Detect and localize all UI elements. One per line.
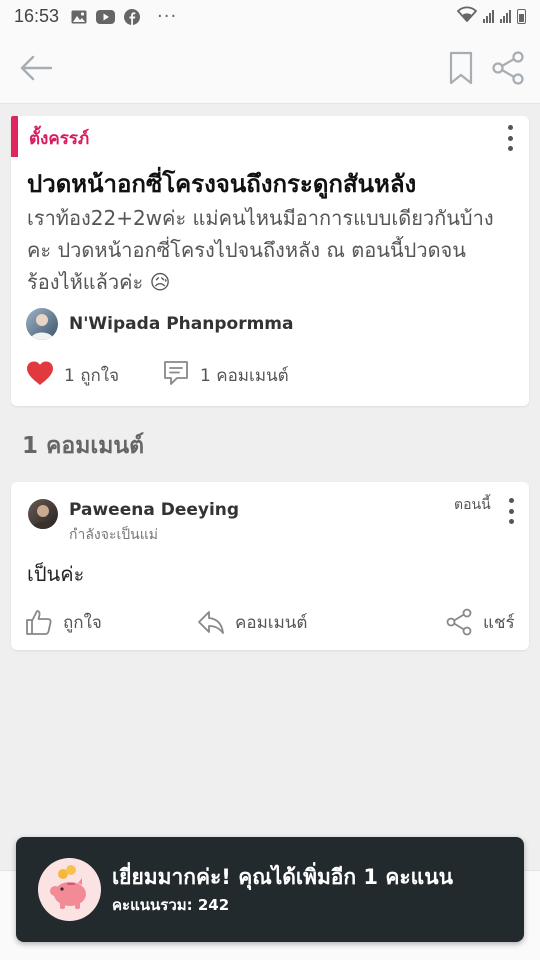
comment-timestamp: ตอนนี้ — [454, 497, 491, 513]
comment-share-label: แชร์ — [483, 612, 515, 633]
comment-card: Paweena Deeying กำลังจะเป็นแม่ ตอนนี้ เป… — [11, 482, 529, 650]
post-body-text: เราท้อง22+2wค่ะ แม่คนไหนมีอาการแบบเดียวก… — [27, 206, 494, 294]
comments-section-heading: 1 คอมเมนต์ — [22, 433, 145, 459]
status-bar: 16:53 ··· — [0, 0, 540, 32]
post-category-tag[interactable]: ตั้งครรภ์ — [29, 125, 89, 152]
post-more-options-icon[interactable] — [503, 125, 517, 151]
comment-reply-label: คอมเมนต์ — [235, 612, 308, 633]
commenter-name[interactable]: Paweena Deeying — [69, 500, 239, 520]
reply-arrow-icon — [198, 611, 224, 634]
tag-accent-bar — [11, 116, 18, 157]
gallery-icon — [71, 9, 87, 24]
signal-icon — [483, 9, 494, 23]
post-card: ตั้งครรภ์ ปวดหน้าอกซี่โครงจนถึงกระดูกสัน… — [11, 116, 529, 406]
post-title: ปวดหน้าอกซี่โครงจนถึงกระดูกสันหลัง — [27, 170, 417, 198]
youtube-icon — [96, 9, 116, 24]
heart-icon[interactable] — [26, 360, 54, 386]
share-icon[interactable] — [491, 51, 525, 85]
share-icon — [446, 608, 472, 636]
comment-text: เป็นค่ะ — [27, 562, 85, 586]
piggy-bank-icon — [38, 858, 101, 921]
post-author-name[interactable]: N'Wipada Phanpormma — [69, 314, 293, 334]
comment-like-label: ถูกใจ — [63, 612, 102, 633]
post-body: เราท้อง22+2wค่ะ แม่คนไหนมีอาการแบบเดียวก… — [27, 202, 517, 298]
facebook-icon — [124, 9, 141, 25]
signal-icon — [500, 9, 511, 23]
back-arrow-icon[interactable] — [18, 52, 54, 84]
toast-headline: เยี่ยมมากค่ะ! คุณได้เพิ่มอีก 1 คะแนน — [112, 865, 453, 889]
points-toast[interactable]: เยี่ยมมากค่ะ! คุณได้เพิ่มอีก 1 คะแนน คะแ… — [16, 837, 524, 942]
commenter-avatar[interactable] — [28, 499, 58, 529]
post-comment-count[interactable]: 1 คอมเมนต์ — [200, 362, 289, 389]
commenter-status: กำลังจะเป็นแม่ — [69, 527, 158, 543]
bookmark-icon[interactable] — [448, 51, 474, 85]
thumbs-up-icon — [26, 610, 52, 635]
wifi-icon — [456, 6, 478, 27]
comment-reply-button[interactable]: คอมเมนต์ — [197, 608, 307, 636]
post-like-count[interactable]: 1 ถูกใจ — [64, 362, 119, 389]
comment-share-button[interactable]: แชร์ — [445, 608, 515, 636]
status-time: 16:53 — [14, 5, 60, 26]
battery-icon — [517, 8, 526, 24]
post-author-avatar[interactable] — [26, 308, 58, 340]
comment-more-options-icon[interactable] — [504, 498, 518, 524]
comment-like-button[interactable]: ถูกใจ — [25, 608, 102, 636]
app-bar — [0, 32, 540, 104]
comment-bubble-icon[interactable] — [162, 359, 190, 387]
more-icon: ··· — [157, 5, 178, 27]
toast-total-score: คะแนนรวม: 242 — [112, 896, 230, 914]
sad-face-emoji: 😥 — [149, 270, 171, 294]
